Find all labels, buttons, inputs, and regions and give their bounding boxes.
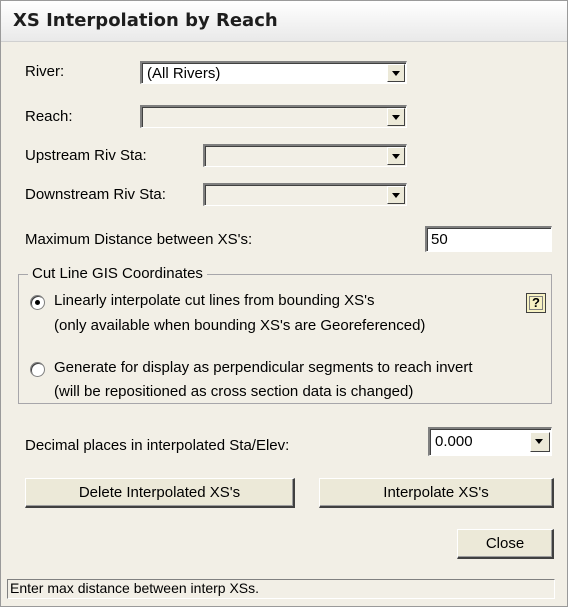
river-select-value: (All Rivers) [147, 65, 221, 82]
close-button[interactable]: Close [457, 529, 554, 559]
reach-label: Reach: [25, 108, 73, 125]
upstream-riv-sta-select[interactable] [203, 144, 407, 167]
chevron-down-icon[interactable] [387, 108, 405, 126]
decimal-places-select[interactable]: 0.000 [428, 427, 552, 456]
perpendicular-segments-line1: Generate for display as perpendicular se… [54, 359, 473, 376]
status-text: Enter max distance between interp XSs. [10, 580, 260, 596]
chevron-down-icon[interactable] [387, 64, 405, 82]
perpendicular-segments-radio[interactable] [30, 362, 45, 377]
chevron-down-icon[interactable] [387, 147, 405, 165]
reach-select[interactable] [140, 105, 407, 128]
chevron-down-icon[interactable] [530, 432, 550, 452]
interpolate-button[interactable]: Interpolate XS's [319, 478, 554, 508]
linear-interpolate-line2: (only available when bounding XS's are G… [54, 317, 426, 334]
perpendicular-segments-line2: (will be repositioned as cross section d… [54, 383, 414, 400]
help-label: ? [532, 295, 540, 310]
linear-interpolate-radio[interactable] [30, 295, 45, 310]
linear-interpolate-line1: Linearly interpolate cut lines from boun… [54, 292, 375, 309]
delete-interpolated-button[interactable]: Delete Interpolated XS's [25, 478, 295, 508]
help-icon[interactable]: ? [526, 293, 546, 313]
downstream-label: Downstream Riv Sta: [25, 186, 166, 203]
decimal-places-value: 0.000 [435, 433, 473, 450]
chevron-down-icon[interactable] [387, 186, 405, 204]
downstream-riv-sta-select[interactable] [203, 183, 407, 206]
cut-line-group-label: Cut Line GIS Coordinates [28, 265, 207, 282]
dialog-window: XS Interpolation by Reach River: (All Ri… [0, 0, 568, 607]
upstream-label: Upstream Riv Sta: [25, 147, 147, 164]
decimal-places-label: Decimal places in interpolated Sta/Elev: [25, 437, 290, 454]
max-distance-value: 50 [431, 231, 448, 248]
max-distance-label: Maximum Distance between XS's: [25, 231, 253, 248]
title-bar[interactable]: XS Interpolation by Reach [1, 1, 567, 42]
status-bar: Enter max distance between interp XSs. [7, 579, 555, 599]
river-select[interactable]: (All Rivers) [140, 61, 407, 84]
max-distance-input[interactable]: 50 [425, 226, 552, 252]
window-title: XS Interpolation by Reach [13, 10, 278, 31]
river-label: River: [25, 63, 65, 80]
